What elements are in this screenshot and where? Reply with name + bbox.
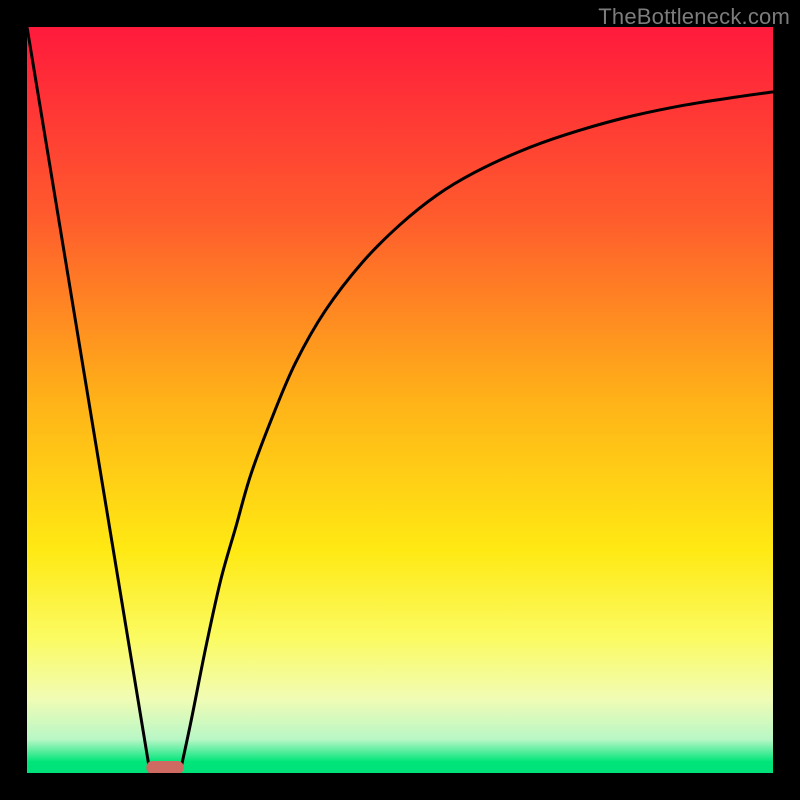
chart-svg <box>27 27 773 773</box>
valley-marker <box>146 761 183 773</box>
chart-frame <box>27 27 773 773</box>
chart-background <box>27 27 773 773</box>
watermark-label: TheBottleneck.com <box>598 4 790 30</box>
